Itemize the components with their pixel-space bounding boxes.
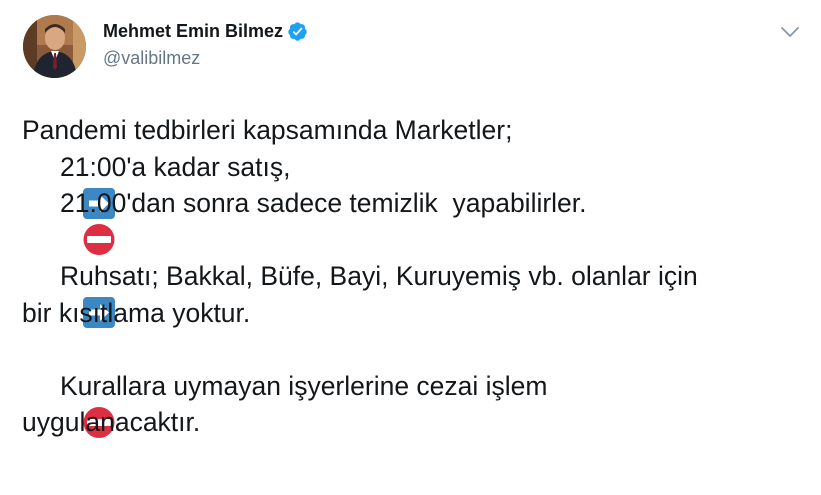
right-arrow-emoji-icon bbox=[22, 260, 115, 329]
tweet-line: 21:00'a kadar satış, bbox=[22, 149, 812, 219]
display-name[interactable]: Mehmet Emin Bilmez bbox=[103, 21, 283, 42]
tweet-line-text: Ruhsatı; Bakkal, Büfe, Bayi, Kuruyemiş v… bbox=[60, 261, 698, 291]
no-entry-emoji-icon bbox=[22, 369, 115, 438]
chevron-down-icon[interactable] bbox=[779, 25, 801, 39]
tweet-line: 21.00'dan sonra sadece temizlik yapabili… bbox=[22, 185, 812, 256]
tweet-line: bir kısıtlama yoktur. bbox=[22, 295, 812, 332]
tweet-line-text: 21.00'dan sonra sadece temizlik yapabili… bbox=[60, 188, 587, 218]
tweet-line: uygulanacaktır. bbox=[22, 404, 812, 441]
no-entry-emoji-icon bbox=[22, 187, 115, 256]
tweet-line: Pandemi tedbirleri kapsamında Marketler; bbox=[22, 112, 812, 149]
tweet-line: Kurallara uymayan işyerlerine cezai işle… bbox=[22, 368, 812, 438]
tweet-line-text: Pandemi tedbirleri kapsamında Marketler; bbox=[22, 115, 513, 145]
avatar-image bbox=[23, 15, 86, 78]
display-name-row: Mehmet Emin Bilmez bbox=[103, 19, 308, 45]
avatar[interactable] bbox=[23, 15, 86, 78]
tweet-line: Ruhsatı; Bakkal, Büfe, Bayi, Kuruyemiş v… bbox=[22, 258, 812, 329]
tweet-line-text: Kurallara uymayan işyerlerine cezai işle… bbox=[60, 370, 548, 401]
tweet-text: Pandemi tedbirleri kapsamında Marketler;… bbox=[22, 112, 812, 441]
right-arrow-emoji-icon bbox=[22, 150, 115, 219]
tweet-line-text: 21:00'a kadar satış, bbox=[60, 151, 291, 182]
author-handle[interactable]: @valibilmez bbox=[103, 48, 308, 69]
author-names: Mehmet Emin Bilmez @valibilmez bbox=[103, 19, 308, 69]
tweet-header: Mehmet Emin Bilmez @valibilmez bbox=[23, 15, 308, 78]
tweet-card: Mehmet Emin Bilmez @valibilmez Pandemi t… bbox=[0, 0, 821, 495]
tweet-line-text: bir kısıtlama yoktur. bbox=[22, 297, 251, 328]
verified-badge-icon bbox=[287, 21, 308, 42]
tweet-line-text: uygulanacaktır. bbox=[22, 407, 201, 437]
